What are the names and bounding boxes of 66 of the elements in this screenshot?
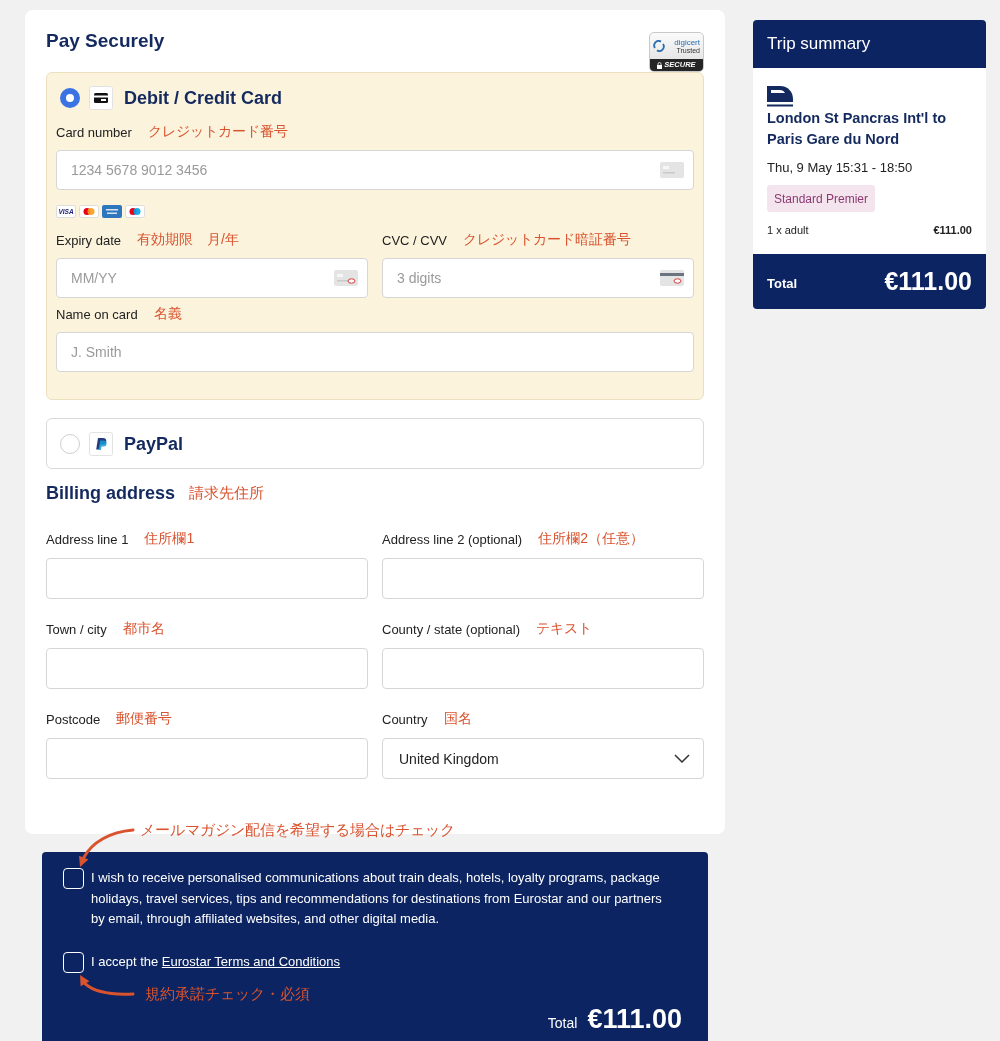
select-field[interactable]: United Kingdom (382, 738, 704, 779)
route-text: London St Pancras Int'l to Paris Gare du Nord (767, 109, 948, 149)
total-label: Total (767, 276, 798, 291)
fare-class-tag: Standard Premier (767, 185, 876, 212)
input-field[interactable] (46, 558, 368, 599)
consent-text: I wish to receive personalised communications about train deals, hotels, loyalty programs, package holidays, travel services, tips and recommendations for destinations from Eurostar and our partners by email, through affiliated websites, and other digital media. (91, 869, 663, 928)
maestro-logo-icon (125, 205, 145, 218)
input-field[interactable] (46, 738, 368, 779)
radio-button[interactable] (60, 88, 80, 108)
field-label: Address line 1 (46, 532, 129, 548)
field-label: Town / city (46, 622, 107, 638)
train-icon (767, 85, 793, 107)
field-label: Expiry date (56, 233, 122, 249)
annotation-note: クレジットカード暗証番号 (463, 230, 631, 248)
card-icon (334, 270, 358, 286)
annotation-note: 住所欄2（任意） (538, 529, 644, 547)
checkbox[interactable] (63, 951, 84, 973)
badge-brand-text: digicert (674, 37, 700, 47)
annotation-note: 有効期限 月/年 (137, 230, 239, 248)
field-label: Card number (56, 125, 132, 141)
annotation-note: メールマガジン配信を希望する場合はチェック (140, 821, 455, 839)
cvc-field[interactable]: 3 digits (382, 258, 694, 298)
paypal-logo-icon (89, 432, 113, 456)
input-field[interactable] (382, 648, 704, 689)
summary-title: Trip summary (767, 34, 871, 54)
terms-link[interactable]: Eurostar Terms and Conditions (161, 953, 341, 969)
field-label: CVC / CVV (382, 233, 447, 249)
ring-logo-icon (653, 40, 665, 52)
mastercard-logo-icon (79, 205, 99, 218)
annotation-note: テキスト (536, 619, 593, 637)
field-label: Name on card (56, 307, 138, 323)
field-label: Address line 2 (optional) (382, 532, 523, 548)
section-title: Billing address (46, 482, 176, 504)
annotation-note: 規約承諾チェック・必須 (145, 984, 310, 1003)
field-label: Postcode (46, 712, 101, 728)
card-number-field[interactable]: 1234 5678 9012 3456 (56, 150, 694, 190)
annotation-note: 都市名 (122, 619, 165, 637)
input-field[interactable] (46, 648, 368, 689)
input-field[interactable] (382, 558, 704, 599)
field-label: County / state (optional) (382, 622, 521, 638)
page-title: Pay Securely (46, 30, 165, 52)
total-amount: €111.00 (884, 267, 972, 296)
card-icon (89, 86, 113, 110)
payment-method-label: PayPal (124, 433, 184, 455)
amex-logo-icon (102, 205, 122, 218)
card-stripe-icon (660, 270, 684, 286)
trip-time: Thu, 9 May 15:31 - 18:50 (767, 159, 913, 177)
passenger-count: 1 x adult (767, 224, 809, 236)
annotation-note: 名義 (153, 304, 182, 322)
annotation-note: 国名 (443, 709, 472, 727)
expiry-field[interactable]: MM/YY (56, 258, 368, 298)
field-label: Country (382, 712, 428, 728)
lock-icon (657, 61, 663, 69)
card-icon (660, 162, 684, 178)
input-field[interactable]: J. Smith (56, 332, 694, 372)
total-label: Total (547, 1014, 578, 1031)
annotation-note: 郵便番号 (116, 709, 173, 727)
payment-method-label: Debit / Credit Card (124, 87, 283, 109)
chevron-down-icon (674, 754, 690, 763)
total-amount: €111.00 (587, 1003, 682, 1034)
annotation-note: 請求先住所 (189, 484, 265, 502)
checkbox[interactable] (63, 868, 84, 889)
line-price: €111.00 (933, 224, 972, 236)
annotation-note: クレジットカード番号 (147, 122, 288, 140)
consent-text: I accept the Eurostar Terms and Conditions (91, 952, 341, 971)
annotation-note: 住所欄1 (144, 529, 195, 547)
